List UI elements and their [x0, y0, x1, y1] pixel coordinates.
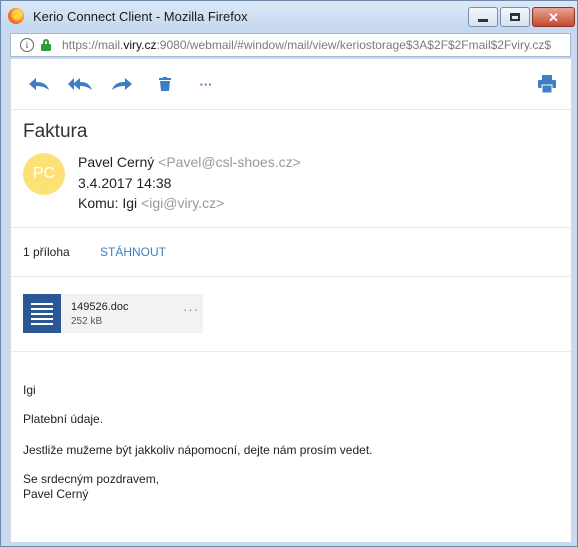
delete-icon: [159, 77, 171, 91]
info-icon[interactable]: i: [20, 38, 34, 52]
print-icon: [538, 75, 556, 93]
reply-icon: [29, 78, 49, 90]
maximize-button[interactable]: [500, 7, 530, 27]
body-line: Pavel Cerný: [23, 487, 89, 501]
url-text[interactable]: https://mail.viry.cz:9080/webmail/#windo…: [62, 38, 569, 52]
sender-email[interactable]: <Pavel@csl-shoes.cz>: [158, 154, 301, 170]
close-button[interactable]: ✕: [532, 7, 575, 27]
message-subject: Faktura: [23, 121, 88, 142]
word-document-icon: [23, 294, 61, 333]
to-label: Komu:: [78, 195, 119, 211]
attachment-card[interactable]: 149526.doc 252 kB ···: [23, 294, 203, 333]
recipient-name[interactable]: Igi: [122, 195, 137, 211]
recipient-line: Komu: Igi <igi@viry.cz>: [78, 195, 224, 211]
more-button[interactable]: ···: [194, 73, 218, 95]
download-link[interactable]: STÁHNOUT: [100, 245, 166, 259]
body-line: Igi: [23, 383, 36, 397]
browser-window: Kerio Connect Client - Mozilla Firefox ✕…: [0, 0, 578, 547]
title-bar: Kerio Connect Client - Mozilla Firefox ✕: [1, 1, 577, 31]
forward-icon: [112, 78, 132, 90]
divider: [11, 351, 571, 352]
window-title: Kerio Connect Client - Mozilla Firefox: [33, 9, 248, 24]
divider: [11, 227, 571, 228]
maximize-icon: [510, 13, 520, 21]
sender-line: Pavel Cerný <Pavel@csl-shoes.cz>: [78, 154, 301, 170]
message-date: 3.4.2017 14:38: [78, 175, 172, 191]
body-line: Se srdecným pozdravem,: [23, 472, 160, 486]
attachment-name: 149526.doc: [71, 301, 129, 313]
firefox-icon: [8, 8, 24, 24]
minimize-icon: [478, 18, 488, 22]
delete-button[interactable]: [153, 73, 177, 95]
url-rest: :9080/webmail/#window/mail/view/keriosto…: [156, 38, 552, 52]
avatar: PC: [23, 153, 65, 195]
close-icon: ✕: [548, 9, 559, 25]
reply-button[interactable]: [27, 73, 51, 95]
reply-all-button[interactable]: [68, 73, 92, 95]
body-line: Platební údaje.: [23, 412, 104, 426]
divider: [11, 276, 571, 277]
minimize-button[interactable]: [468, 7, 498, 27]
body-line: Jestliže mužeme být jakkoliv nápomocní, …: [23, 443, 373, 457]
attachment-count: 1 příloha: [23, 245, 70, 259]
mail-toolbar: ···: [11, 59, 571, 110]
sender-name[interactable]: Pavel Cerný: [78, 154, 154, 170]
lock-icon[interactable]: [41, 39, 51, 51]
address-bar[interactable]: i https://mail.viry.cz:9080/webmail/#win…: [10, 33, 571, 57]
print-button[interactable]: [535, 73, 559, 95]
recipient-email[interactable]: <igi@viry.cz>: [141, 195, 224, 211]
reply-all-icon: [68, 78, 92, 90]
url-host: viry.cz: [123, 38, 157, 52]
attachment-size: 252 kB: [71, 316, 103, 327]
mail-view: ··· Faktura PC Pavel Cerný <Pavel@csl-sh…: [10, 59, 571, 542]
attachment-more-button[interactable]: ···: [183, 302, 199, 317]
url-prefix: https://mail.: [62, 38, 124, 52]
forward-button[interactable]: [110, 73, 134, 95]
